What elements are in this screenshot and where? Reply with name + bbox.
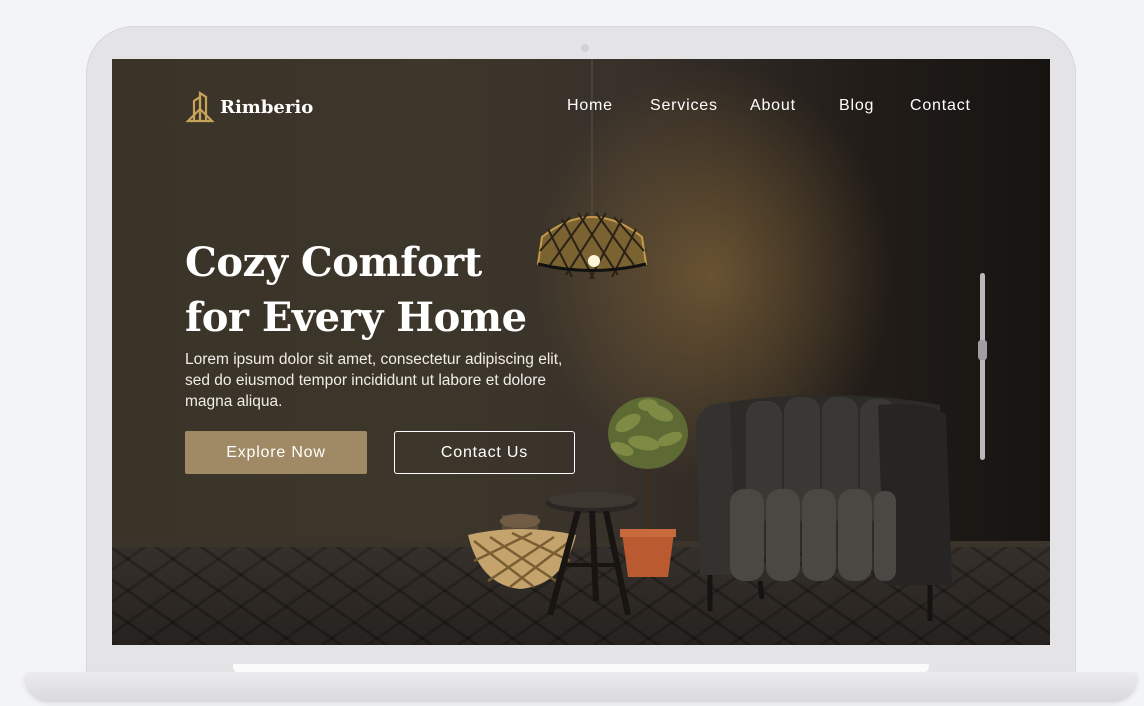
hero-description: Lorem ipsum dolor sit amet, consectetur … <box>185 351 563 410</box>
explore-now-button[interactable]: Explore Now <box>185 431 367 474</box>
vertical-slider-track[interactable] <box>980 273 985 460</box>
armchair <box>696 395 952 621</box>
nav-home[interactable]: Home <box>567 97 613 115</box>
nav-services[interactable]: Services <box>650 97 718 115</box>
laptop-camera <box>581 44 589 52</box>
brand-name: Rimberio <box>220 97 314 118</box>
nav-about[interactable]: About <box>750 97 796 115</box>
vertical-slider-thumb[interactable] <box>978 339 987 360</box>
contact-us-button[interactable]: Contact Us <box>394 431 575 474</box>
building-logo-icon <box>185 91 215 123</box>
potted-plant <box>608 397 688 577</box>
hero-title-line-1: Cozy Comfort <box>185 239 482 286</box>
laptop-base <box>24 672 1138 702</box>
nav-contact[interactable]: Contact <box>910 97 971 115</box>
brand-logo[interactable]: Rimberio <box>185 91 313 124</box>
hero-title: Cozy Comfort for Every Home <box>185 235 605 345</box>
hero-title-line-2: for Every Home <box>185 294 527 341</box>
website-screen: Rimberio Home Services About Blog Contac… <box>112 59 1050 645</box>
nav-blog[interactable]: Blog <box>839 97 874 115</box>
